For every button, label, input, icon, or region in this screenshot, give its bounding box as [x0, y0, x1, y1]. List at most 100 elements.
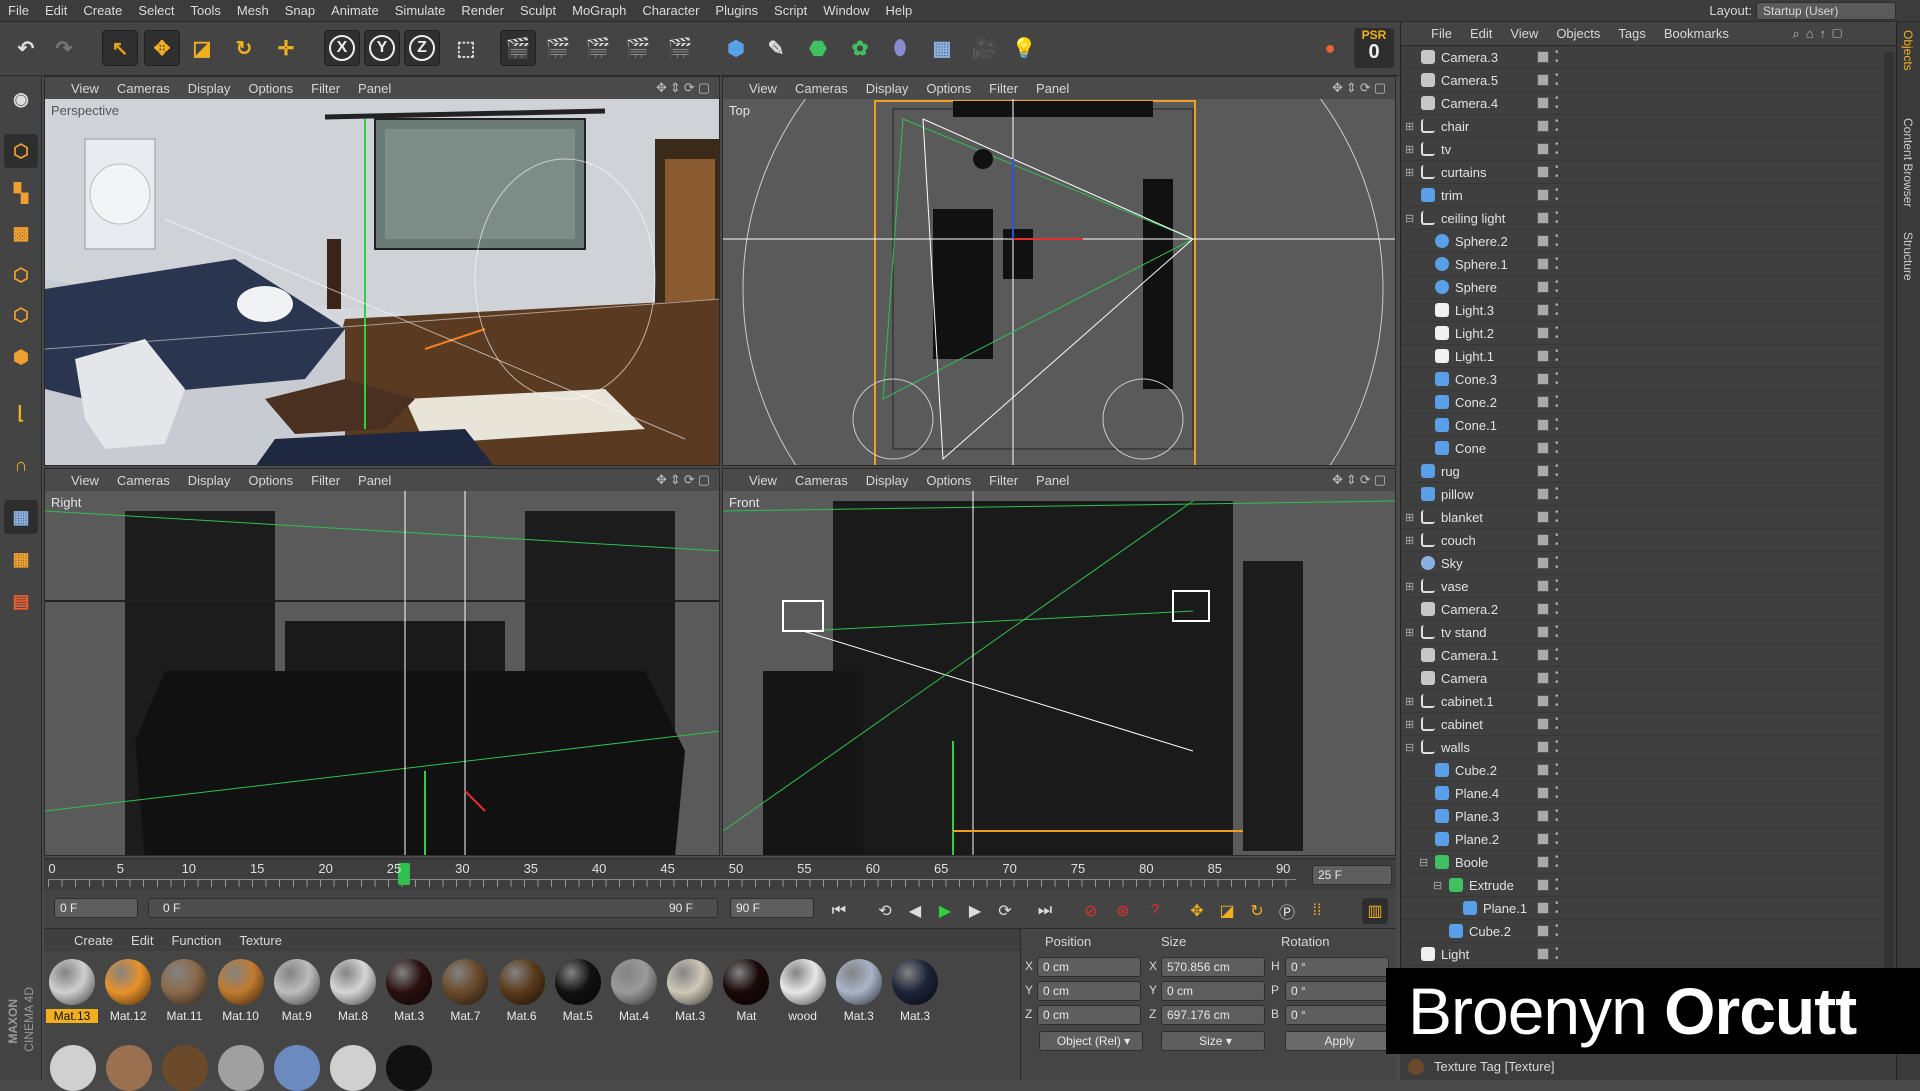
visibility-dots-icon[interactable]: • • — [1555, 347, 1559, 366]
material-ball[interactable] — [218, 1045, 264, 1091]
layer-icon[interactable] — [1537, 97, 1549, 109]
menu-options[interactable]: Options — [248, 473, 293, 488]
object-name[interactable]: Cone.3 — [1455, 372, 1497, 387]
object-name[interactable]: Light — [1441, 947, 1469, 962]
visibility-dots-icon[interactable]: • • — [1555, 784, 1559, 803]
rotation-field[interactable]: 0 ° — [1285, 981, 1389, 1001]
layer-icon[interactable] — [1537, 304, 1549, 316]
material-swatch[interactable]: Mat.3 — [833, 959, 885, 1023]
object-row[interactable]: Cone.1 • • — [1401, 414, 1881, 437]
viewport-top[interactable]: View Cameras Display Options Filter Pane… — [722, 76, 1396, 466]
menu-filter[interactable]: Filter — [311, 473, 340, 488]
visibility-dots-icon[interactable]: • • — [1555, 577, 1559, 596]
make-editable-icon[interactable]: ◉ — [4, 82, 38, 116]
floor-icon[interactable]: ▦ — [924, 30, 960, 66]
visibility-dots-icon[interactable]: • • — [1555, 761, 1559, 780]
object-row[interactable]: ⊟ Extrude • • — [1401, 874, 1881, 897]
object-row[interactable]: ⊟ Boole • • — [1401, 851, 1881, 874]
menu-display[interactable]: Display — [866, 473, 909, 488]
layer-icon[interactable] — [1537, 396, 1549, 408]
previous-keyframe-icon[interactable]: ⟲ — [872, 898, 898, 924]
expand-toggle-icon[interactable]: ⊟ — [1405, 212, 1414, 225]
visibility-dots-icon[interactable]: • • — [1555, 669, 1559, 688]
object-row[interactable]: Camera.3 • • — [1401, 46, 1881, 69]
object-menu-objects[interactable]: Objects — [1556, 26, 1600, 41]
apply-button[interactable]: Apply — [1285, 1031, 1389, 1051]
visibility-dots-icon[interactable]: • • — [1555, 600, 1559, 619]
material-swatch[interactable]: Mat.13 — [46, 959, 98, 1023]
expand-toggle-icon[interactable]: ⊞ — [1405, 718, 1414, 731]
layer-icon[interactable] — [1537, 902, 1549, 914]
layer-icon[interactable] — [1537, 856, 1549, 868]
viewport-nav-icons[interactable]: ✥⇕⟳▢ — [1332, 80, 1389, 96]
object-name[interactable]: Cone.2 — [1455, 395, 1497, 410]
menu-cameras[interactable]: Cameras — [117, 81, 170, 96]
object-row[interactable]: Camera • • — [1401, 667, 1881, 690]
material-swatch[interactable]: Mat.10 — [215, 959, 267, 1023]
coordinate-mode-dropdown[interactable]: Object (Rel) ▾ — [1039, 1031, 1143, 1051]
object-name[interactable]: Cube.2 — [1455, 763, 1497, 778]
menu-edit[interactable]: Edit — [37, 3, 75, 18]
object-row[interactable]: ⊞ cabinet • • — [1401, 713, 1881, 736]
visibility-dots-icon[interactable]: • • — [1555, 393, 1559, 412]
object-row[interactable]: ⊟ ceiling light • • — [1401, 207, 1881, 230]
material-swatch[interactable]: Mat.7 — [439, 959, 491, 1023]
object-menu-tags[interactable]: Tags — [1618, 26, 1645, 41]
visibility-dots-icon[interactable]: • • — [1555, 531, 1559, 550]
undo-icon[interactable]: ↶ — [8, 30, 44, 66]
object-row[interactable]: Camera.5 • • — [1401, 69, 1881, 92]
object-name[interactable]: Light.1 — [1455, 349, 1494, 364]
visibility-dots-icon[interactable]: • • — [1555, 853, 1559, 872]
object-row[interactable]: Cone.2 • • — [1401, 391, 1881, 414]
menu-snap[interactable]: Snap — [277, 3, 323, 18]
object-name[interactable]: Plane.3 — [1455, 809, 1499, 824]
layer-icon[interactable] — [1537, 327, 1549, 339]
menu-panel[interactable]: Panel — [1036, 81, 1069, 96]
menu-panel[interactable]: Panel — [358, 473, 391, 488]
visibility-dots-icon[interactable]: • • — [1555, 209, 1559, 228]
layer-icon[interactable] — [1537, 649, 1549, 661]
layer-icon[interactable] — [1537, 787, 1549, 799]
visibility-dots-icon[interactable]: • • — [1555, 692, 1559, 711]
layer-icon[interactable] — [1537, 603, 1549, 615]
menu-render[interactable]: Render — [453, 3, 512, 18]
redo-icon[interactable]: ↷ — [46, 30, 82, 66]
visibility-dots-icon[interactable]: • • — [1555, 945, 1559, 964]
object-row[interactable]: Sphere • • — [1401, 276, 1881, 299]
object-row[interactable]: pillow • • — [1401, 483, 1881, 506]
menu-tools[interactable]: Tools — [183, 3, 229, 18]
menu-select[interactable]: Select — [130, 3, 182, 18]
menu-filter[interactable]: Filter — [311, 81, 340, 96]
menu-file[interactable]: File — [0, 3, 37, 18]
points-mode-icon[interactable]: ⬡ — [4, 258, 38, 292]
object-row[interactable]: Plane.1 • • — [1401, 897, 1881, 920]
model-mode-icon[interactable]: ⬡ — [4, 134, 38, 168]
viewport-right-canvas[interactable]: Right — [45, 491, 719, 855]
menu-panel[interactable]: Panel — [358, 81, 391, 96]
visibility-dots-icon[interactable]: • • — [1555, 922, 1559, 941]
object-name[interactable]: walls — [1441, 740, 1470, 755]
layer-icon[interactable] — [1537, 718, 1549, 730]
menu-panel[interactable]: Panel — [1036, 473, 1069, 488]
workplane-mode-icon[interactable]: ▩ — [4, 216, 38, 250]
material-menu-create[interactable]: Create — [74, 933, 113, 948]
menu-display[interactable]: Display — [188, 81, 231, 96]
menu-mograph[interactable]: MoGraph — [564, 3, 634, 18]
menu-cameras[interactable]: Cameras — [117, 473, 170, 488]
material-swatch[interactable]: Mat.8 — [327, 959, 379, 1023]
layer-icon[interactable] — [1537, 419, 1549, 431]
object-name[interactable]: Extrude — [1469, 878, 1514, 893]
edges-mode-icon[interactable]: ⬡ — [4, 298, 38, 332]
visibility-dots-icon[interactable]: • • — [1555, 232, 1559, 251]
object-menu-view[interactable]: View — [1510, 26, 1538, 41]
object-row[interactable]: Camera.2 • • — [1401, 598, 1881, 621]
material-menu-function[interactable]: Function — [171, 933, 221, 948]
material-swatch[interactable]: Mat.3 — [664, 959, 716, 1023]
material-swatch[interactable]: Mat — [720, 959, 772, 1023]
object-scrollbar[interactable] — [1884, 52, 1894, 1052]
menu-cameras[interactable]: Cameras — [795, 81, 848, 96]
visibility-dots-icon[interactable]: • • — [1555, 278, 1559, 297]
visibility-dots-icon[interactable]: • • — [1555, 370, 1559, 389]
x-axis-button[interactable]: X — [324, 30, 360, 66]
edit-render-settings-icon[interactable]: 🎬 — [580, 30, 616, 66]
